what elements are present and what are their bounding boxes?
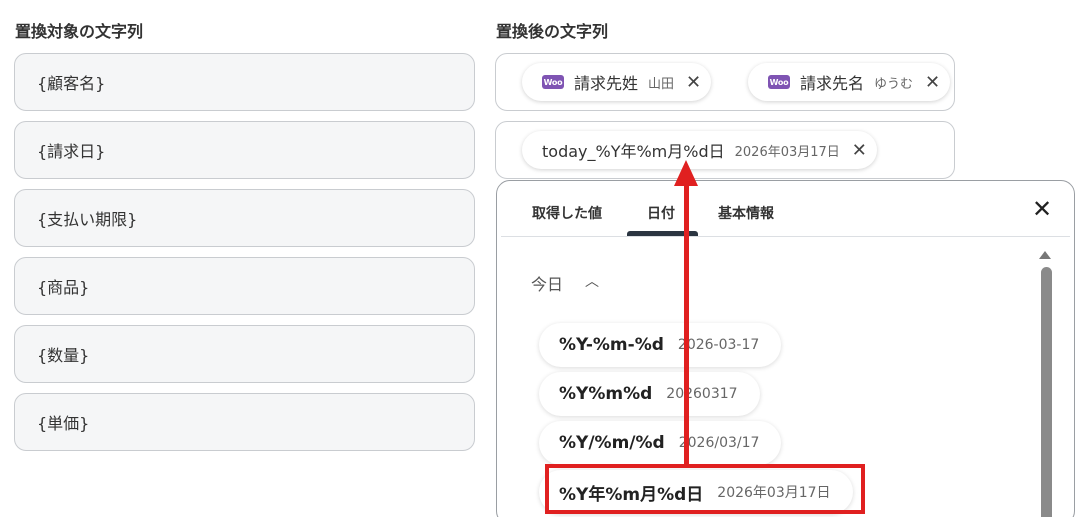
chip-value: 山田	[648, 76, 675, 92]
source-field-unit-price[interactable]: {単価}	[14, 393, 475, 451]
woocommerce-icon: Woo	[542, 75, 564, 89]
tab-basic-info[interactable]: 基本情報	[718, 203, 774, 223]
dest-field-invoice-date[interactable]: today_%Y年%m月%d日 2026年03月17日 ✕	[495, 121, 955, 179]
scrollbar-thumb[interactable]	[1041, 267, 1052, 517]
option-format: %Y-%m-%d	[559, 335, 664, 355]
value-chip-billing-first-name[interactable]: Woo 請求先名 ゆうむ ✕	[748, 63, 951, 101]
source-field-quantity[interactable]: {数量}	[14, 325, 475, 383]
dest-field-customer-name[interactable]: Woo 請求先姓 山田 ✕ Woo 請求先名 ゆうむ ✕	[495, 53, 955, 111]
date-format-option[interactable]: %Y/%m/%d 2026/03/17	[539, 421, 782, 465]
section-label-today: 今日	[531, 275, 564, 294]
source-field-invoice-date[interactable]: {請求日}	[14, 121, 475, 179]
chip-value: ゆうむ	[874, 76, 914, 92]
value-chip-billing-last-name[interactable]: Woo 請求先姓 山田 ✕	[522, 63, 712, 101]
date-format-option[interactable]: %Y%m%d 20260317	[539, 372, 760, 416]
close-icon[interactable]: ✕	[1032, 195, 1052, 223]
chip-label: today_%Y年%m月%d日	[542, 142, 725, 161]
right-column-title: 置換後の文字列	[496, 22, 609, 41]
annotation-arrow-head	[674, 160, 698, 186]
annotation-arrow-line	[684, 178, 689, 465]
chip-value: 2026年03月17日	[734, 144, 840, 160]
tab-retrieved-values[interactable]: 取得した値	[532, 203, 602, 223]
option-format: %Y%m%d	[559, 384, 653, 404]
woocommerce-icon: Woo	[768, 75, 790, 89]
option-preview: 2026/03/17	[678, 435, 760, 451]
value-chip-today-date[interactable]: today_%Y年%m月%d日 2026年03月17日 ✕	[522, 131, 877, 169]
source-field-customer-name[interactable]: {顧客名}	[14, 53, 475, 111]
source-field-product[interactable]: {商品}	[14, 257, 475, 315]
source-field-payment-due[interactable]: {支払い期限}	[14, 189, 475, 247]
left-column-title: 置換対象の文字列	[15, 22, 144, 41]
tab-date[interactable]: 日付	[647, 203, 675, 223]
option-preview: 20260317	[666, 386, 738, 402]
close-icon[interactable]: ✕	[925, 72, 940, 93]
option-preview: 2026-03-17	[677, 337, 760, 353]
annotation-highlight-box	[545, 464, 865, 514]
chevron-up-icon[interactable]: ︿	[585, 271, 599, 291]
chip-label: 請求先名	[800, 74, 865, 93]
option-format: %Y/%m/%d	[559, 433, 665, 453]
close-icon[interactable]: ✕	[686, 72, 701, 93]
date-format-option[interactable]: %Y-%m-%d 2026-03-17	[539, 323, 782, 367]
close-icon[interactable]: ✕	[852, 140, 867, 161]
scroll-up-arrow[interactable]	[1039, 251, 1051, 259]
chip-label: 請求先姓	[574, 74, 639, 93]
tab-divider	[501, 236, 1070, 237]
